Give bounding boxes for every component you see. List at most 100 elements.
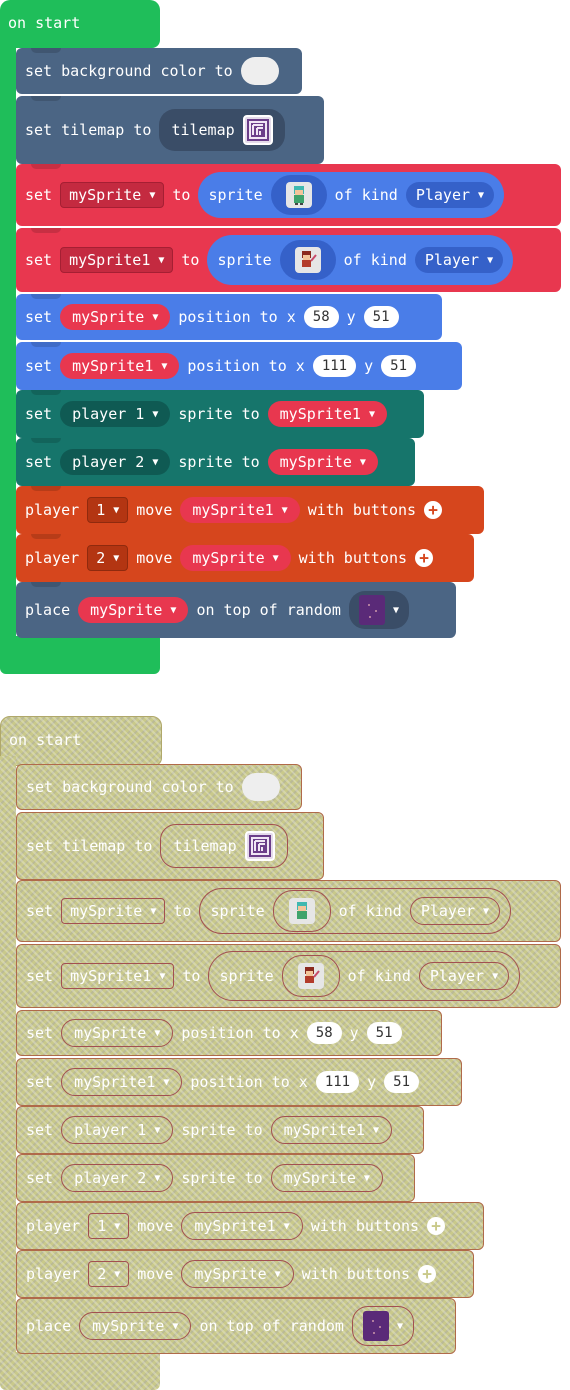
x-input[interactable]: 111: [312, 355, 357, 377]
sprite-label: sprite: [210, 902, 265, 920]
sprite-reporter[interactable]: sprite of kind Player ▼: [198, 172, 505, 218]
chevron-down-icon: ▼: [113, 552, 120, 564]
variable-name: mySprite: [74, 1024, 147, 1042]
with-buttons-label: with buttons: [307, 501, 417, 519]
to-label: to: [172, 186, 191, 204]
move-label: move: [137, 1265, 174, 1283]
chevron-down-icon: ▼: [154, 1124, 161, 1136]
set-label: set: [26, 1169, 54, 1187]
sprite-label: sprite: [208, 186, 263, 204]
chevron-down-icon: ▼: [154, 1172, 161, 1184]
kind-dropdown[interactable]: Player ▼: [405, 182, 495, 208]
sprite-to-label: sprite to: [178, 453, 260, 471]
player-label: player: [26, 1265, 81, 1283]
player-number-dropdown[interactable]: 1 ▼: [87, 497, 129, 523]
sprite-to-label: sprite to: [181, 1169, 263, 1187]
on-start-block[interactable]: on start: [0, 0, 160, 48]
x-input[interactable]: 58: [303, 306, 339, 328]
set-player1-sprite-block-ghost: set player 1 ▼ sprite to mySprite1 ▼: [16, 1106, 424, 1154]
variable-dropdown[interactable]: mySprite1 ▼: [180, 497, 300, 523]
sprite-image-picker[interactable]: [270, 175, 327, 215]
variable-dropdown[interactable]: mySprite1 ▼: [60, 247, 174, 273]
sprite-image-picker: [272, 890, 331, 932]
sprite-label: sprite: [219, 967, 274, 985]
set-player2-sprite-block[interactable]: set player 2 ▼ sprite to mySprite ▼: [16, 438, 415, 486]
chevron-down-icon: ▼: [363, 1172, 370, 1184]
sprite-reporter[interactable]: sprite of kind Player ▼: [207, 235, 514, 285]
variable-dropdown[interactable]: mySprite ▼: [180, 545, 291, 571]
player-number-dropdown[interactable]: 2 ▼: [87, 545, 129, 571]
to-label: to: [181, 251, 200, 269]
variable-name: mySprite1: [72, 357, 154, 375]
color-picker[interactable]: [240, 57, 279, 85]
player2-move-block[interactable]: player 2 ▼ move mySprite ▼ with buttons +: [16, 534, 474, 582]
sprite-to-label: sprite to: [181, 1121, 263, 1139]
expand-plus-icon[interactable]: +: [415, 549, 434, 567]
variable-dropdown[interactable]: mySprite ▼: [60, 182, 165, 208]
variable-name: mySprite: [279, 453, 352, 471]
color-picker: [241, 773, 280, 801]
chevron-down-icon: ▼: [114, 1268, 121, 1280]
variable-dropdown[interactable]: mySprite1 ▼: [60, 353, 180, 379]
tilemap-reporter[interactable]: tilemap: [159, 109, 285, 151]
set-label: set: [26, 1073, 54, 1091]
set-mysprite-position-block[interactable]: set mySprite ▼ position to x 58 y 51: [16, 294, 442, 340]
chevron-down-icon: ▼: [172, 1320, 179, 1332]
on-start-label: on start: [8, 14, 81, 32]
set-mysprite1-sprite-block[interactable]: set mySprite1 ▼ to sprite of kind Player ▼: [16, 228, 561, 292]
place-on-random-tile-block[interactable]: place mySprite ▼ on top of random ▼: [16, 582, 456, 638]
y-input[interactable]: 51: [381, 355, 416, 377]
set-label: set: [25, 186, 53, 204]
variable-name: mySprite1: [194, 1217, 276, 1235]
to-label: to: [173, 902, 192, 920]
variable-dropdown[interactable]: mySprite ▼: [60, 304, 171, 330]
set-player1-sprite-block[interactable]: set player 1 ▼ sprite to mySprite1 ▼: [16, 390, 424, 438]
set-mysprite1-position-block[interactable]: set mySprite1 ▼ position to x 111 y 51: [16, 342, 462, 390]
variable-dropdown: mySprite1 ▼: [61, 963, 175, 989]
variable-name: mySprite1: [69, 251, 151, 269]
variable-dropdown[interactable]: mySprite1 ▼: [267, 401, 387, 427]
kind-value: Player: [415, 186, 471, 204]
tilemap-thumbnail-icon[interactable]: [242, 115, 273, 145]
set-tilemap-block[interactable]: set tilemap to tilemap: [16, 96, 324, 164]
variable-dropdown: mySprite1 ▼: [270, 1116, 392, 1144]
player-value: player 1: [74, 1121, 147, 1139]
y-label: y: [364, 357, 374, 375]
set-label: set: [26, 1024, 54, 1042]
y-label: y: [367, 1073, 377, 1091]
kind-dropdown[interactable]: Player ▼: [414, 247, 504, 273]
set-background-color-block[interactable]: set background color to: [16, 48, 302, 94]
set-label: set: [25, 308, 53, 326]
variable-dropdown[interactable]: mySprite ▼: [78, 597, 189, 623]
sprite-image-picker[interactable]: [279, 240, 336, 280]
set-label: set: [25, 405, 53, 423]
on-start-block-ghost: on start: [0, 716, 162, 766]
sprite-label: sprite: [217, 251, 272, 269]
player-value: player 2: [72, 453, 145, 471]
tile-dropdown: ▼: [351, 1306, 414, 1346]
chevron-down-icon: ▼: [158, 254, 165, 266]
chevron-down-icon: ▼: [152, 311, 159, 323]
tile-dropdown[interactable]: ▼: [348, 591, 409, 629]
set-mysprite1-sprite-block-ghost: set mySprite1 ▼ to sprite of kind Player ▼: [16, 944, 561, 1008]
set-mysprite-position-block-ghost: set mySprite ▼ position to x 58 y 51: [16, 1010, 442, 1056]
player1-move-block[interactable]: player 1 ▼ move mySprite1 ▼ with buttons +: [16, 486, 484, 534]
tile-image-icon: [358, 595, 385, 625]
player1-move-block-ghost: player 1 ▼ move mySprite1 ▼ with buttons +: [16, 1202, 484, 1250]
player-dropdown[interactable]: player 2 ▼: [60, 449, 171, 475]
player-dropdown[interactable]: player 1 ▼: [60, 401, 171, 427]
of-kind-label: of kind: [347, 967, 411, 985]
expand-plus-icon: +: [418, 1265, 437, 1283]
variable-name: mySprite: [283, 1169, 356, 1187]
variable-dropdown[interactable]: mySprite ▼: [267, 449, 378, 475]
expand-plus-icon[interactable]: +: [424, 501, 443, 519]
set-label: set: [25, 453, 53, 471]
chevron-down-icon: ▼: [154, 1027, 161, 1039]
on-start-foot-ghost: [0, 1352, 160, 1390]
y-input[interactable]: 51: [363, 306, 399, 328]
place-label: place: [26, 1317, 72, 1335]
player-value: player 1: [72, 405, 145, 423]
place-label: place: [25, 601, 71, 619]
on-top-of-random-label: on top of random: [199, 1317, 344, 1335]
set-mysprite-sprite-block[interactable]: set mySprite ▼ to sprite of kind Player ▼: [16, 164, 561, 226]
